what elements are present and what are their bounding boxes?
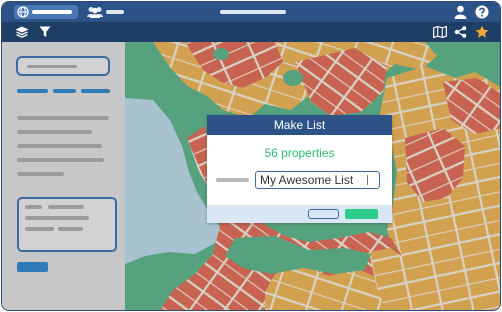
text-cursor <box>367 175 368 185</box>
filter-line-4 <box>17 158 104 162</box>
map-toolbar <box>2 22 500 42</box>
left-panel <box>2 42 125 310</box>
filter-line-5 <box>17 172 64 176</box>
star-icon[interactable] <box>475 25 489 39</box>
list-name-label <box>216 178 249 182</box>
user-icon[interactable] <box>454 5 467 19</box>
globe-icon <box>17 6 29 18</box>
tab-three[interactable] <box>81 89 110 93</box>
map-icon[interactable] <box>433 26 447 38</box>
make-list-dialog: Make List 56 properties <box>207 115 392 223</box>
card-line-1b <box>48 205 84 209</box>
search-placeholder <box>27 65 77 68</box>
filter-line-3 <box>17 144 102 148</box>
save-list-button[interactable] <box>345 209 378 219</box>
share-icon[interactable] <box>454 26 467 38</box>
list-name-input[interactable] <box>255 171 380 189</box>
users-icon <box>87 7 103 18</box>
card-line-2 <box>25 216 89 220</box>
page-title-placeholder <box>220 10 286 14</box>
globe-nav-label <box>32 10 72 14</box>
help-icon[interactable] <box>475 5 489 19</box>
card-line-3b <box>58 227 83 231</box>
filter-line-1 <box>17 116 109 120</box>
search-input[interactable] <box>16 56 110 76</box>
card-line-1a <box>25 205 42 209</box>
card-line-3a <box>25 227 54 231</box>
info-card[interactable] <box>17 197 117 252</box>
dialog-title: Make List <box>207 115 392 135</box>
park-patch-2 <box>213 48 229 60</box>
filter-line-2 <box>17 130 92 134</box>
dialog-footer <box>207 205 392 223</box>
top-header <box>2 2 500 22</box>
users-nav-label <box>106 10 124 14</box>
cancel-button[interactable] <box>308 209 339 219</box>
park-patch-1 <box>283 70 303 86</box>
users-nav-button[interactable] <box>86 5 128 19</box>
globe-nav-button[interactable] <box>14 5 78 19</box>
property-count: 56 properties <box>264 146 335 160</box>
tab-one[interactable] <box>17 89 48 93</box>
layers-icon[interactable] <box>15 26 29 38</box>
tab-two[interactable] <box>53 89 76 93</box>
apply-button[interactable] <box>17 262 48 272</box>
app-window: Make List 56 properties <box>1 1 501 311</box>
filter-icon[interactable] <box>39 26 51 38</box>
